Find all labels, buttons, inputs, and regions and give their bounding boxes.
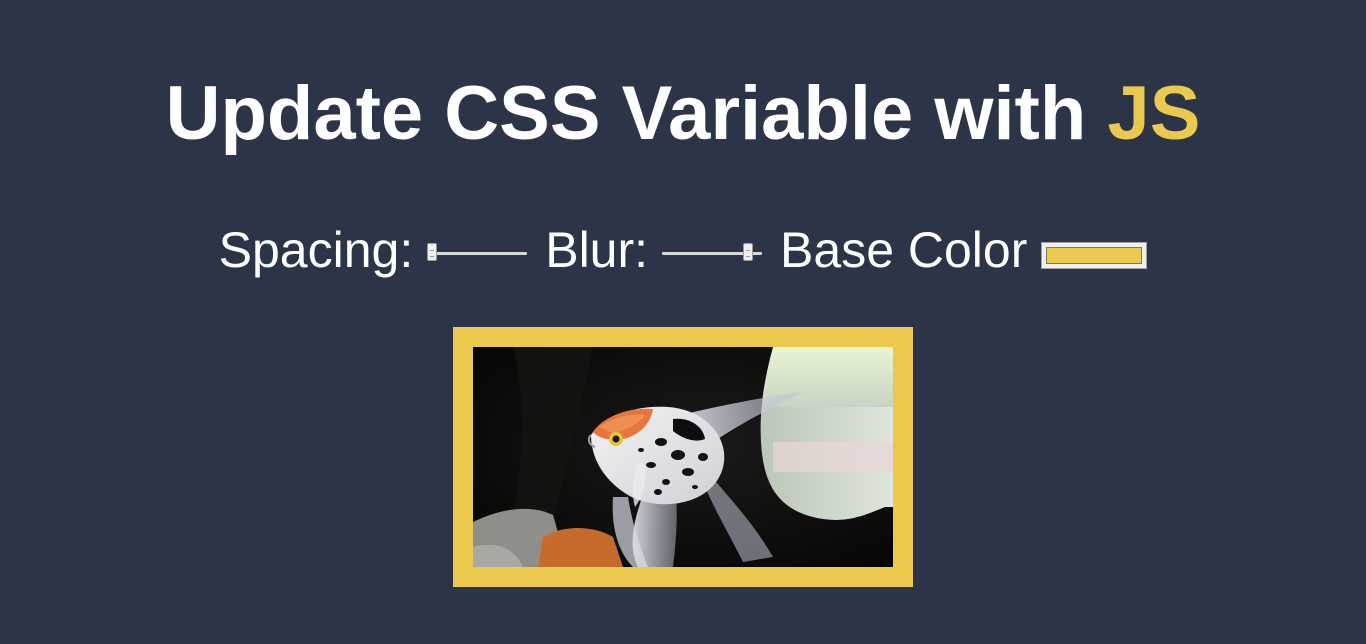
blur-label: Blur: (545, 222, 649, 278)
controls-bar: Spacing: Blur: Base Color (0, 220, 1366, 280)
title-text: Update CSS Variable with (165, 71, 1108, 156)
spacing-slider-thumb[interactable] (427, 243, 438, 261)
spacing-slider-track[interactable] (427, 252, 528, 255)
base-color-swatch[interactable] (1046, 246, 1143, 264)
blur-slider[interactable] (662, 241, 763, 265)
spacing-label: Spacing: (218, 222, 414, 278)
base-color-label: Base Color (780, 222, 1028, 278)
image-frame (453, 327, 913, 587)
angelfish-photo (473, 347, 893, 567)
page: Update CSS Variable with JS Spacing: Blu… (0, 0, 1366, 644)
base-color-picker[interactable] (1041, 241, 1148, 269)
blur-slider-thumb[interactable] (743, 243, 754, 261)
spacing-slider[interactable] (427, 241, 528, 265)
page-title: Update CSS Variable with JS (0, 72, 1366, 156)
title-highlight: JS (1107, 71, 1201, 156)
